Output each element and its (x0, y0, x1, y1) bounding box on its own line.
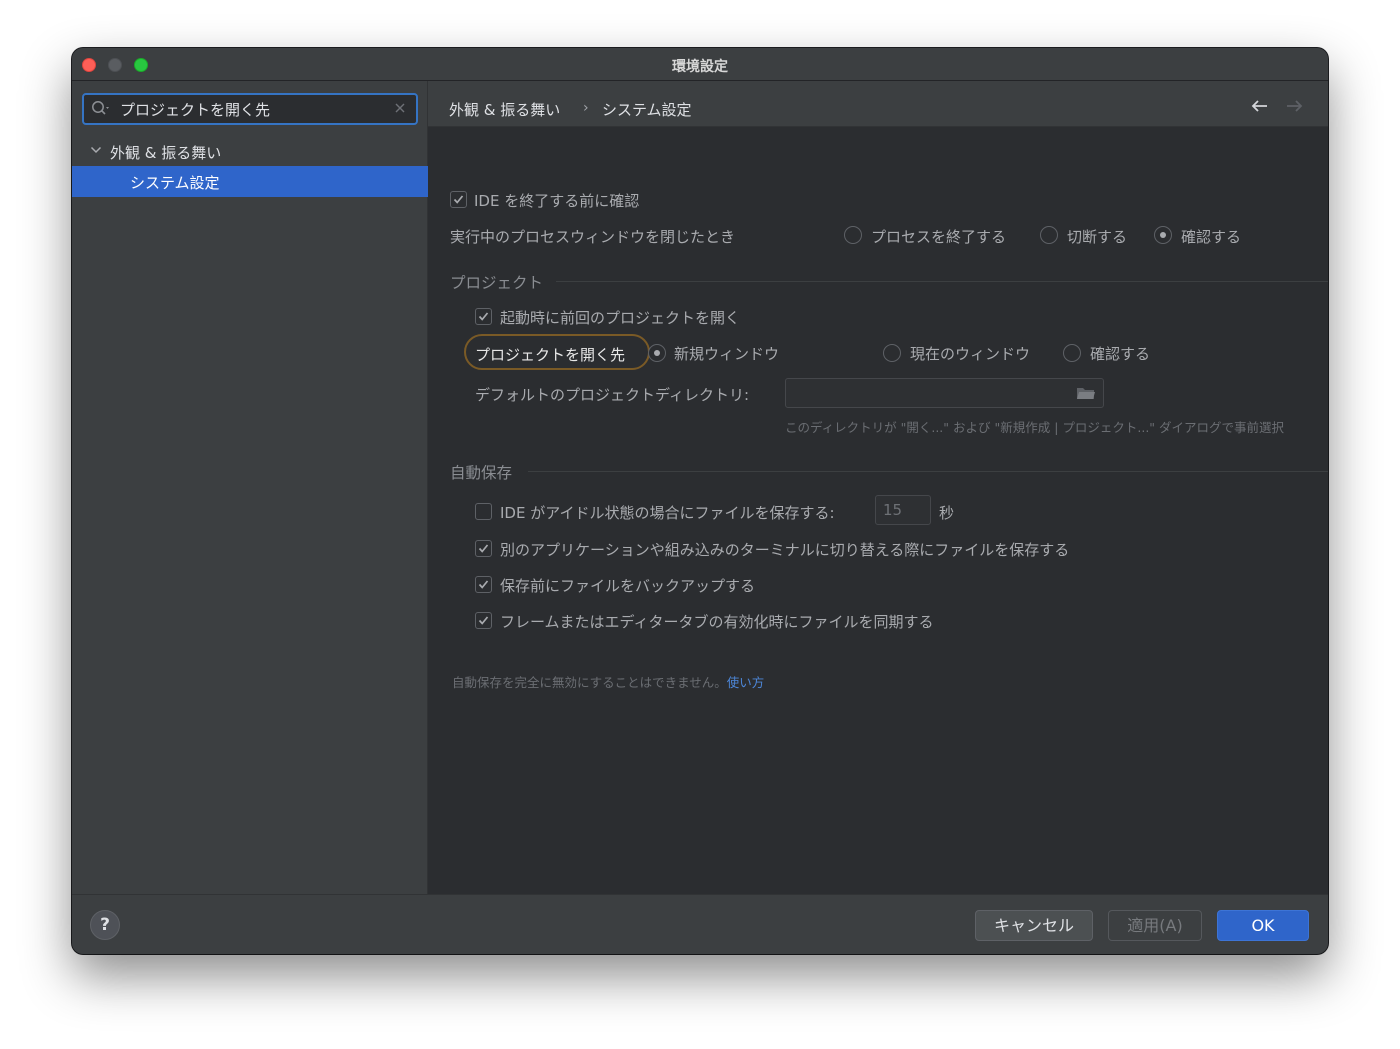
sync-on-activation-checkbox[interactable] (475, 612, 492, 629)
backup-checkbox[interactable] (475, 576, 492, 593)
open-project-in-label: プロジェクトを開く先 (475, 346, 626, 364)
checkmark-icon (453, 195, 464, 204)
breadcrumb-current: システム設定 (602, 101, 692, 119)
search-icon (92, 101, 109, 115)
radio-new-window[interactable] (648, 344, 666, 362)
settings-window: 環境設定 外観 & 振る舞い システム設定 外 (72, 48, 1328, 954)
reopen-last-label: 起動時に前回のプロジェクトを開く (500, 309, 741, 327)
autosave-help-link[interactable]: 使い方 (727, 675, 765, 690)
default-dir-field[interactable] (785, 378, 1104, 408)
save-idle-label: IDE がアイドル状態の場合にファイルを保存する: (500, 504, 835, 522)
radio-new-window-label: 新規ウィンドウ (674, 345, 780, 363)
default-dir-hint: このディレクトリが "開く..." および "新規作成 | プロジェクト..."… (785, 420, 1285, 435)
backup-label: 保存前にファイルをバックアップする (500, 577, 756, 595)
radio-ask-project-label: 確認する (1090, 345, 1151, 363)
tree-item-label: 外観 & 振る舞い (110, 144, 222, 162)
window-title: 環境設定 (672, 59, 728, 75)
folder-icon[interactable] (1076, 386, 1096, 401)
radio-disconnect-label: 切断する (1067, 228, 1128, 246)
checkmark-icon (478, 580, 489, 589)
idle-seconds-unit: 秒 (939, 504, 955, 522)
section-divider (528, 471, 1328, 472)
search-box[interactable] (82, 93, 418, 125)
radio-terminate-process-label: プロセスを終了する (871, 228, 1007, 246)
checkmark-icon (478, 312, 489, 321)
ok-button[interactable]: OK (1217, 910, 1309, 941)
back-arrow-icon[interactable] (1250, 98, 1270, 114)
checkmark-icon (478, 616, 489, 625)
process-close-label: 実行中のプロセスウィンドウを閉じたとき (450, 228, 736, 246)
radio-current-window-label: 現在のウィンドウ (910, 345, 1031, 363)
search-input[interactable] (120, 98, 390, 120)
clear-search-icon[interactable] (394, 102, 406, 114)
autosave-note-text: 自動保存を完全に無効にすることはできません。 (452, 675, 727, 690)
apply-button[interactable]: 適用(A) (1108, 910, 1202, 941)
tree-item-system-settings[interactable]: システム設定 (72, 166, 428, 197)
radio-ask-process[interactable] (1154, 226, 1172, 244)
checkmark-icon (478, 544, 489, 553)
section-divider (556, 281, 1328, 282)
project-section-title: プロジェクト (450, 274, 544, 292)
confirm-exit-label: IDE を終了する前に確認 (474, 192, 640, 210)
save-on-switch-checkbox[interactable] (475, 540, 492, 557)
sync-on-activation-label: フレームまたはエディタータブの有効化時にファイルを同期する (500, 613, 934, 631)
sidebar: 外観 & 振る舞い システム設定 (72, 81, 428, 894)
cancel-button[interactable]: キャンセル (975, 910, 1093, 941)
settings-content: 外観 & 振る舞い › システム設定 IDE を終了する前に確認 実行中のプロセ… (428, 81, 1328, 894)
idle-seconds-field[interactable]: 15 (875, 495, 931, 525)
default-dir-label: デフォルトのプロジェクトディレクトリ: (475, 386, 750, 404)
save-idle-checkbox[interactable] (475, 503, 492, 520)
autosave-note: 自動保存を完全に無効にすることはできません。使い方 (452, 672, 764, 691)
chevron-down-icon[interactable] (90, 145, 102, 155)
dialog-footer: ? キャンセル 適用(A) OK (72, 894, 1328, 954)
save-on-switch-label: 別のアプリケーションや組み込みのターミナルに切り替える際にファイルを保存する (500, 541, 1070, 559)
tree-item-label: システム設定 (130, 174, 220, 192)
breadcrumb-separator: › (583, 100, 589, 116)
radio-disconnect[interactable] (1040, 226, 1058, 244)
breadcrumb-parent[interactable]: 外観 & 振る舞い (449, 99, 560, 120)
radio-current-window[interactable] (883, 344, 901, 362)
breadcrumb: 外観 & 振る舞い › システム設定 (428, 81, 1328, 127)
confirm-exit-checkbox[interactable] (450, 191, 467, 208)
help-button[interactable]: ? (90, 910, 120, 940)
autosave-section-title: 自動保存 (450, 464, 513, 482)
radio-terminate-process[interactable] (844, 226, 862, 244)
radio-ask-process-label: 確認する (1181, 228, 1242, 246)
forward-arrow-icon[interactable] (1284, 98, 1304, 114)
radio-ask-project[interactable] (1063, 344, 1081, 362)
reopen-last-checkbox[interactable] (475, 308, 492, 325)
title-bar: 環境設定 (72, 48, 1328, 81)
tree-item-appearance-behavior[interactable]: 外観 & 振る舞い (72, 139, 428, 165)
